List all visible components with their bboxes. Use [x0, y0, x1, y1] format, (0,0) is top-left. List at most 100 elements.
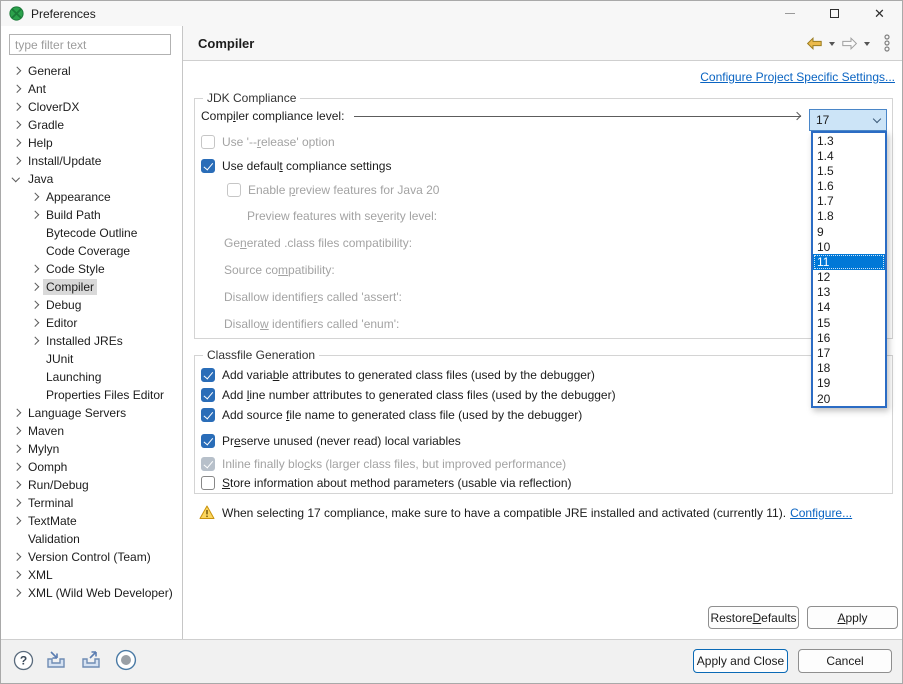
- chevron-right-icon[interactable]: [9, 153, 25, 169]
- close-button[interactable]: ✕: [857, 1, 902, 26]
- preserve-unused-checkbox-row[interactable]: Preserve unused (never read) local varia…: [201, 432, 461, 449]
- add-line-number-checkbox-row[interactable]: Add line number attributes to generated …: [201, 386, 616, 403]
- enable-preview-checkbox-row[interactable]: Enable preview features for Java 20: [227, 181, 439, 198]
- sidebar-item-compiler[interactable]: Compiler: [1, 278, 182, 296]
- chevron-right-icon[interactable]: [27, 207, 43, 223]
- dropdown-option-14[interactable]: 14: [813, 300, 885, 315]
- sidebar-item-editor[interactable]: Editor: [1, 314, 182, 332]
- sidebar-item-junit[interactable]: JUnit: [1, 350, 182, 368]
- chevron-right-icon[interactable]: [9, 117, 25, 133]
- chevron-right-icon[interactable]: [27, 279, 43, 295]
- dropdown-option-11[interactable]: 11: [813, 254, 885, 269]
- configure-jre-link[interactable]: Configure...: [790, 506, 852, 520]
- compiler-compliance-combobox[interactable]: 17: [809, 109, 887, 131]
- preference-recorder-icon[interactable]: [115, 649, 137, 671]
- back-history-dropdown-icon[interactable]: [829, 42, 835, 46]
- dropdown-option-16[interactable]: 16: [813, 330, 885, 345]
- chevron-right-icon[interactable]: [9, 495, 25, 511]
- sidebar-item-launching[interactable]: Launching: [1, 368, 182, 386]
- chevron-right-icon[interactable]: [9, 63, 25, 79]
- apply-and-close-button[interactable]: Apply and Close: [693, 649, 788, 673]
- sidebar-item-language-servers[interactable]: Language Servers: [1, 404, 182, 422]
- sidebar-item-gradle[interactable]: Gradle: [1, 116, 182, 134]
- sidebar-item-terminal[interactable]: Terminal: [1, 494, 182, 512]
- chevron-right-icon[interactable]: [9, 459, 25, 475]
- add-source-file-checkbox-row[interactable]: Add source file name to generated class …: [201, 406, 582, 423]
- dropdown-option-9[interactable]: 9: [813, 224, 885, 239]
- sidebar-item-install-update[interactable]: Install/Update: [1, 152, 182, 170]
- sidebar-item-xml-wild-web-developer[interactable]: XML (Wild Web Developer): [1, 584, 182, 602]
- chevron-right-icon[interactable]: [9, 135, 25, 151]
- dropdown-option-15[interactable]: 15: [813, 315, 885, 330]
- sidebar-item-installed-jres[interactable]: Installed JREs: [1, 332, 182, 350]
- dropdown-option-10[interactable]: 10: [813, 239, 885, 254]
- add-variable-checkbox-row[interactable]: Add variable attributes to generated cla…: [201, 366, 595, 383]
- sidebar-item-version-control-team[interactable]: Version Control (Team): [1, 548, 182, 566]
- dropdown-option-19[interactable]: 19: [813, 376, 885, 391]
- chevron-right-icon[interactable]: [9, 549, 25, 565]
- dropdown-option-18[interactable]: 18: [813, 361, 885, 376]
- use-default-compliance-checkbox-row[interactable]: Use default compliance settings: [201, 157, 391, 174]
- forward-arrow-icon[interactable]: [841, 37, 858, 50]
- sidebar-item-textmate[interactable]: TextMate: [1, 512, 182, 530]
- chevron-down-icon[interactable]: [9, 171, 25, 187]
- cancel-button[interactable]: Cancel: [798, 649, 892, 673]
- dropdown-option-17[interactable]: 17: [813, 345, 885, 360]
- chevron-right-icon[interactable]: [9, 585, 25, 601]
- dropdown-option-1.5[interactable]: 1.5: [813, 163, 885, 178]
- sidebar-item-xml[interactable]: XML: [1, 566, 182, 584]
- sidebar-item-run-debug[interactable]: Run/Debug: [1, 476, 182, 494]
- sidebar-item-validation[interactable]: Validation: [1, 530, 182, 548]
- dropdown-option-13[interactable]: 13: [813, 285, 885, 300]
- sidebar-item-cloverdx[interactable]: CloverDX: [1, 98, 182, 116]
- use-release-checkbox-row[interactable]: Use '--release' option: [201, 133, 335, 150]
- import-preferences-icon[interactable]: [45, 650, 69, 670]
- chevron-right-icon[interactable]: [9, 441, 25, 457]
- export-preferences-icon[interactable]: [80, 650, 104, 670]
- maximize-button[interactable]: [812, 1, 857, 26]
- chevron-right-icon[interactable]: [9, 81, 25, 97]
- dropdown-option-1.7[interactable]: 1.7: [813, 194, 885, 209]
- chevron-right-icon[interactable]: [9, 99, 25, 115]
- sidebar-item-oomph[interactable]: Oomph: [1, 458, 182, 476]
- chevron-right-icon[interactable]: [9, 477, 25, 493]
- sidebar-item-mylyn[interactable]: Mylyn: [1, 440, 182, 458]
- sidebar-item-bytecode-outline[interactable]: Bytecode Outline: [1, 224, 182, 242]
- sidebar-item-maven[interactable]: Maven: [1, 422, 182, 440]
- sidebar-item-java[interactable]: Java: [1, 170, 182, 188]
- dropdown-option-1.4[interactable]: 1.4: [813, 148, 885, 163]
- chevron-right-icon[interactable]: [27, 189, 43, 205]
- sidebar-item-debug[interactable]: Debug: [1, 296, 182, 314]
- sidebar-item-build-path[interactable]: Build Path: [1, 206, 182, 224]
- chevron-right-icon[interactable]: [27, 297, 43, 313]
- chevron-right-icon[interactable]: [9, 423, 25, 439]
- apply-button[interactable]: Apply: [807, 606, 898, 629]
- help-icon[interactable]: ?: [13, 650, 34, 671]
- sidebar-item-ant[interactable]: Ant: [1, 80, 182, 98]
- sidebar-item-code-coverage[interactable]: Code Coverage: [1, 242, 182, 260]
- configure-project-specific-link[interactable]: Configure Project Specific Settings...: [700, 70, 895, 84]
- forward-history-dropdown-icon[interactable]: [864, 42, 870, 46]
- dropdown-option-20[interactable]: 20: [813, 391, 885, 406]
- chevron-right-icon[interactable]: [9, 513, 25, 529]
- sidebar-item-code-style[interactable]: Code Style: [1, 260, 182, 278]
- back-arrow-icon[interactable]: [806, 37, 823, 50]
- chevron-right-icon[interactable]: [27, 261, 43, 277]
- dropdown-option-1.8[interactable]: 1.8: [813, 209, 885, 224]
- filter-input[interactable]: [9, 34, 171, 55]
- sidebar-item-help[interactable]: Help: [1, 134, 182, 152]
- view-menu-icon[interactable]: [882, 34, 892, 52]
- chevron-right-icon[interactable]: [27, 333, 43, 349]
- chevron-right-icon[interactable]: [9, 405, 25, 421]
- sidebar-item-appearance[interactable]: Appearance: [1, 188, 182, 206]
- chevron-right-icon[interactable]: [9, 567, 25, 583]
- dropdown-option-1.6[interactable]: 1.6: [813, 179, 885, 194]
- sidebar-item-general[interactable]: General: [1, 62, 182, 80]
- dropdown-option-1.3[interactable]: 1.3: [813, 133, 885, 148]
- chevron-right-icon[interactable]: [27, 315, 43, 331]
- store-info-checkbox-row[interactable]: Store information about method parameter…: [201, 474, 572, 491]
- sidebar-item-properties-files-editor[interactable]: Properties Files Editor: [1, 386, 182, 404]
- restore-defaults-button[interactable]: Restore Defaults: [708, 606, 799, 629]
- dropdown-option-12[interactable]: 12: [813, 270, 885, 285]
- minimize-button[interactable]: [767, 1, 812, 26]
